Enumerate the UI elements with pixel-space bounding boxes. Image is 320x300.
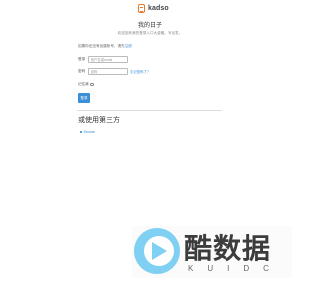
username-label: 登录	[78, 57, 86, 61]
third-party-title: 或使用第三方	[78, 117, 120, 124]
page-title: 我的日子	[137, 23, 162, 29]
username-row: 登录	[78, 56, 128, 63]
play-logo-icon	[134, 228, 180, 274]
password-row: 密码 忘记密码了？	[78, 68, 150, 75]
register-prompt-text: 如果你还没有创建帐号，请先	[78, 44, 125, 48]
register-prompt: 如果你还没有创建帐号，请先注册	[78, 44, 132, 49]
register-link[interactable]: 注册	[125, 44, 132, 48]
third-party-list: Moocie	[80, 130, 96, 134]
watermark: 酷数据 KUIDC	[132, 226, 292, 278]
third-party-item[interactable]: Moocie	[80, 130, 96, 134]
login-button[interactable]: 登录	[78, 93, 90, 103]
watermark-title: 酷数据	[184, 232, 272, 265]
remember-checkbox[interactable]	[89, 82, 94, 87]
brand-name: kadso	[148, 5, 169, 12]
page-subtitle: 欢迎回来我的登录入口大金融。写出发。	[117, 31, 183, 35]
brand-logo[interactable]: kadso	[138, 4, 169, 13]
remember-row: 记住我	[78, 81, 94, 88]
remember-label: 记住我	[78, 82, 89, 86]
password-label: 密码	[78, 69, 86, 73]
watermark-subtitle: KUIDC	[188, 264, 283, 273]
section-divider	[77, 110, 222, 111]
username-input[interactable]	[88, 56, 128, 63]
kadso-logo-icon	[138, 4, 145, 13]
play-triangle-icon	[152, 242, 167, 260]
password-input[interactable]	[88, 68, 128, 75]
forgot-password-link[interactable]: 忘记密码了？	[130, 69, 150, 74]
